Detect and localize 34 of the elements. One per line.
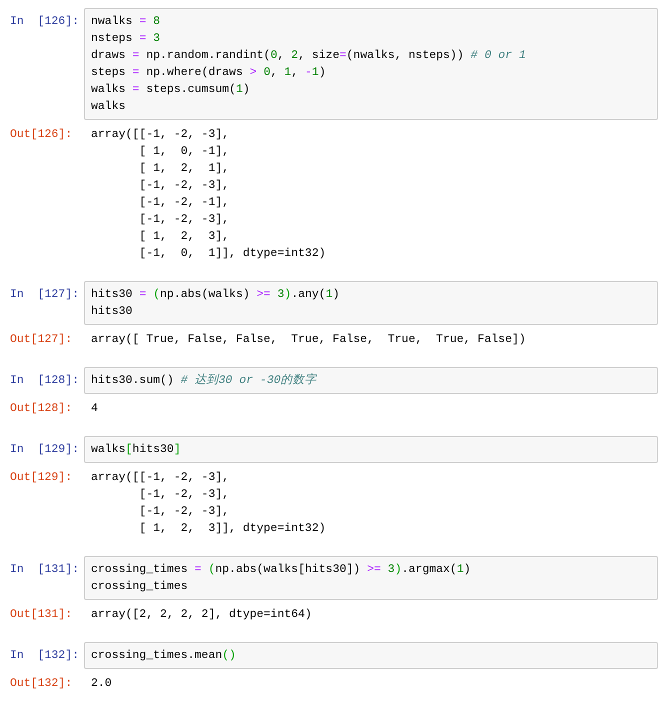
output-prompt: Out[127]: [9, 332, 74, 348]
output-line: [-1, -2, -1], [138, 195, 230, 211]
output-line: array([[-1, -2, -3], [91, 470, 230, 486]
output-line: array([2, 2, 2, 2], dtype=int64) [91, 607, 313, 623]
input-prompt: In [127]: [9, 287, 80, 303]
output-line: [ 1, 2, 3]], dtype=int32) [138, 521, 327, 537]
output-line: array([ True, False, False, True, False, True, True, False]) [91, 332, 527, 348]
output-line: [ 1, 0, -1], [138, 144, 230, 160]
output-line: [-1, -2, -3], [138, 212, 230, 228]
input-prompt: In [132]: [9, 648, 80, 664]
input-prompt: In [128]: [9, 373, 80, 389]
output-line: [-1, 0, 1]], dtype=int32) [138, 246, 327, 262]
code-input[interactable]: crossing_times = (np.abs(walks[hits30]) >= 3).argmax(1) crossing_times [84, 556, 658, 600]
output-line: [-1, -2, -3], [138, 178, 230, 194]
code-input[interactable]: crossing_times.mean() [84, 642, 658, 669]
output-prompt: Out[128]: [9, 401, 74, 417]
code-input[interactable]: nwalks = 8 nsteps = 3 draws = np.random.randint(0, 2, size=(nwalks, nsteps)) # 0 or 1 steps = np.where(draws > 0, 1, -1) walks = steps.cumsum(1) walks [84, 8, 658, 120]
output-prompt: Out[132]: [9, 676, 74, 692]
code-input[interactable]: hits30 = (np.abs(walks) >= 3).any(1) hits30 [84, 281, 658, 325]
output-prompt: Out[126]: [9, 127, 74, 143]
output-line: array([[-1, -2, -3], [91, 127, 230, 143]
input-prompt: In [129]: [9, 442, 80, 458]
output-line: [-1, -2, -3], [138, 504, 230, 520]
output-line: [ 1, 2, 3], [138, 229, 230, 245]
output-line: [-1, -2, -3], [138, 487, 230, 503]
input-prompt: In [131]: [9, 562, 80, 578]
output-line: [ 1, 2, 1], [138, 161, 230, 177]
code-input[interactable]: walks[hits30] [84, 436, 658, 463]
output-prompt: Out[131]: [9, 607, 74, 623]
output-prompt: Out[129]: [9, 470, 74, 486]
input-prompt: In [126]: [9, 14, 80, 30]
code-input[interactable]: hits30.sum() # 达到30 or -30的数字 [84, 367, 658, 394]
output-line: 2.0 [91, 676, 113, 692]
output-line: 4 [91, 401, 99, 417]
